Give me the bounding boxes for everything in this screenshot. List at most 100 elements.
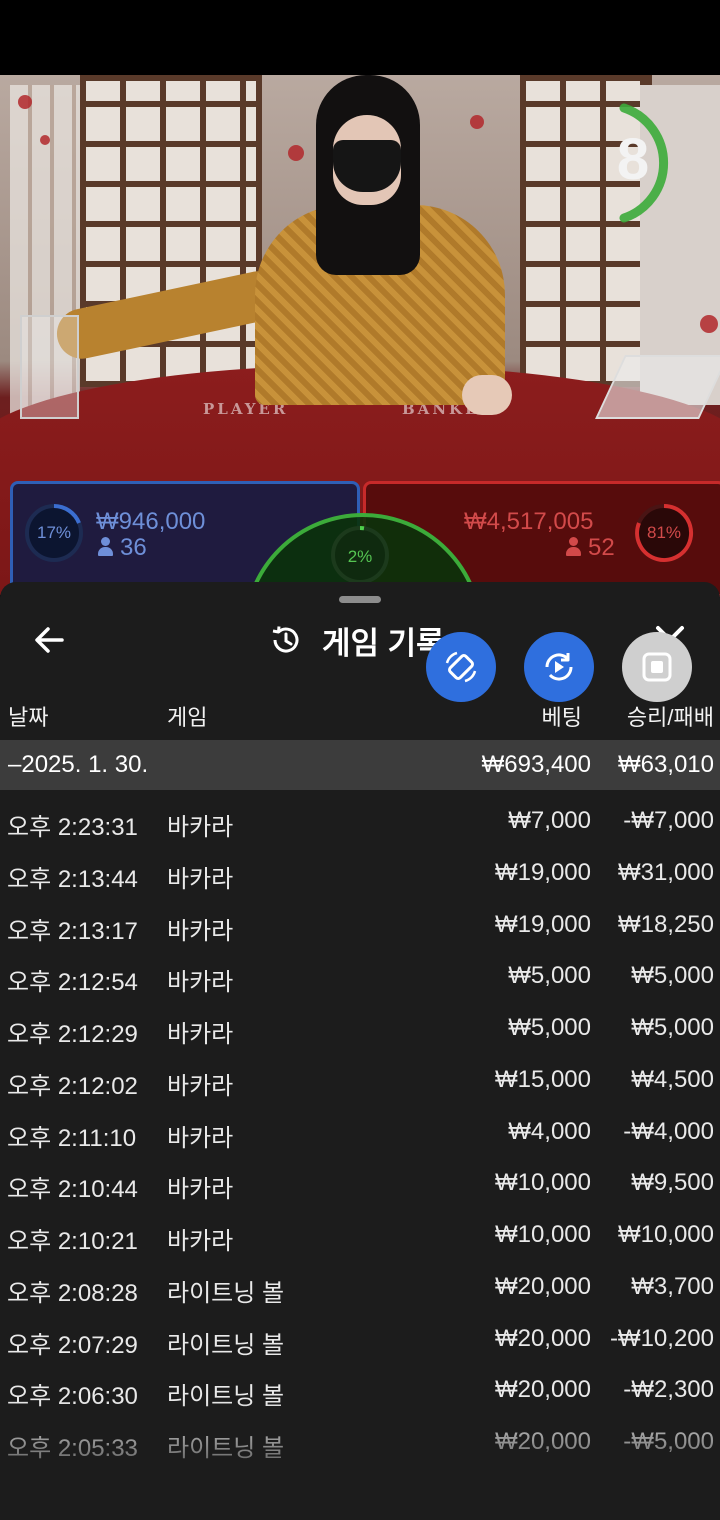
table-row[interactable]: 오후 2:12:29 바카라 ₩5,000 ₩5,000 <box>0 1002 720 1054</box>
row-game: 라이트닝 볼 <box>167 1279 285 1307</box>
row-time: 오후 2:11:10 <box>7 1124 137 1152</box>
back-button[interactable] <box>26 620 76 660</box>
row-game: 바카라 <box>167 969 234 997</box>
column-header-game: 게임 <box>167 705 208 730</box>
row-time: 오후 2:12:02 <box>7 1072 138 1100</box>
row-time: 오후 2:12:54 <box>7 969 138 997</box>
row-winloss: ₩10,000 <box>617 1221 714 1248</box>
table-row[interactable]: 오후 2:23:31 바카라 ₩7,000 -₩7,000 <box>0 795 720 847</box>
row-bet: ₩15,000 <box>494 1065 591 1093</box>
row-bet: ₩19,000 <box>494 858 591 886</box>
table-row[interactable]: 오후 2:12:02 바카라 ₩15,000 ₩4,500 <box>0 1054 720 1106</box>
row-game: 바카라 <box>167 814 234 841</box>
row-game: 바카라 <box>167 917 234 945</box>
date-group-row[interactable]: –2025. 1. 30. ₩693,400 ₩63,010 <box>0 740 720 790</box>
table-row[interactable]: 오후 2:13:17 바카라 ₩19,000 ₩18,250 <box>0 899 720 951</box>
row-game: 바카라 <box>167 1176 234 1204</box>
blossom-decoration <box>700 315 718 333</box>
row-time: 오후 2:23:31 <box>7 814 138 841</box>
row-time: 오후 2:07:29 <box>7 1331 138 1359</box>
banker-total-bet: ₩4,517,005 <box>464 508 594 535</box>
drag-handle[interactable] <box>339 596 381 603</box>
blossom-decoration <box>40 135 50 145</box>
date-group-label: –2025. 1. 30. <box>8 751 149 778</box>
row-game: 바카라 <box>167 1124 234 1152</box>
table-row[interactable]: 오후 2:12:54 바카라 ₩5,000 ₩5,000 <box>0 950 720 1002</box>
blossom-decoration <box>18 95 32 109</box>
page-title: 게임 기록 <box>322 625 445 661</box>
row-bet: ₩7,000 <box>508 807 591 834</box>
card-shoe <box>20 315 79 419</box>
table-row[interactable]: 오후 2:11:10 바카라 ₩4,000 -₩4,000 <box>0 1106 720 1158</box>
row-game: 바카라 <box>167 1021 234 1048</box>
table-row[interactable]: 오후 2:13:44 바카라 ₩19,000 ₩31,000 <box>0 847 720 899</box>
blossom-decoration <box>470 115 484 129</box>
banker-pct: 81% <box>646 523 682 542</box>
row-winloss: -₩2,300 <box>623 1376 714 1404</box>
stop-icon <box>642 652 672 682</box>
user-icon <box>566 537 581 557</box>
row-winloss: -₩10,200 <box>609 1324 714 1352</box>
column-header-winloss: 승리/패배 <box>626 705 714 730</box>
row-winloss: ₩5,000 <box>631 962 714 990</box>
row-time: 오후 2:10:44 <box>7 1176 138 1204</box>
column-header-bet: 베팅 <box>541 705 582 730</box>
row-game: 바카라 <box>167 1228 234 1255</box>
row-game: 라이트닝 볼 <box>167 1331 285 1359</box>
column-header-date: 날짜 <box>8 705 49 730</box>
player-count: 36 <box>98 534 147 562</box>
sheet-title: 게임 기록 <box>268 618 445 662</box>
row-time: 오후 2:10:21 <box>7 1228 138 1255</box>
row-game: 바카라 <box>167 1072 234 1100</box>
row-game: 라이트닝 볼 <box>167 1435 285 1462</box>
table-row[interactable]: 오후 2:05:33 라이트닝 볼 ₩20,000 -₩5,000 <box>0 1416 720 1468</box>
blossom-decoration <box>288 145 304 161</box>
back-arrow-icon <box>35 627 64 653</box>
row-winloss: ₩5,000 <box>631 1014 714 1041</box>
dealer-mask <box>333 140 401 192</box>
row-bet: ₩20,000 <box>494 1272 591 1300</box>
row-winloss: ₩31,000 <box>617 858 714 886</box>
table-row[interactable]: 오후 2:06:30 라이트닝 볼 ₩20,000 -₩2,300 <box>0 1364 720 1416</box>
row-game: 라이트닝 볼 <box>167 1383 285 1411</box>
row-bet: ₩10,000 <box>494 1221 591 1248</box>
row-time: 오후 2:06:30 <box>7 1383 138 1411</box>
countdown-timer: 8 <box>616 127 650 192</box>
user-icon <box>98 537 113 557</box>
player-count-value: 36 <box>120 534 147 561</box>
rotate-screen-button[interactable] <box>426 632 496 702</box>
row-winloss: ₩9,500 <box>631 1169 714 1197</box>
row-time: 오후 2:05:33 <box>7 1435 138 1462</box>
rotate-screen-icon <box>445 651 477 683</box>
row-bet: ₩5,000 <box>508 962 591 990</box>
row-winloss: -₩4,000 <box>623 1117 714 1145</box>
date-group-bet: ₩693,400 <box>481 751 591 778</box>
banker-count-value: 52 <box>588 534 615 561</box>
row-winloss: -₩7,000 <box>623 807 714 834</box>
status-bar <box>0 0 720 75</box>
row-bet: ₩20,000 <box>494 1324 591 1352</box>
player-pct: 17% <box>36 523 72 542</box>
stop-button[interactable] <box>622 632 692 702</box>
date-group-winloss: ₩63,010 <box>617 751 714 778</box>
row-time: 오후 2:08:28 <box>7 1279 138 1307</box>
row-time: 오후 2:12:29 <box>7 1021 138 1048</box>
tie-pct: 2% <box>347 547 373 566</box>
row-game: 바카라 <box>167 865 234 893</box>
row-bet: ₩5,000 <box>508 1014 591 1041</box>
replay-icon <box>545 653 573 681</box>
history-list: 오후 2:23:31 바카라 ₩7,000 -₩7,000 오후 2:13:44 바카라… <box>0 795 720 1468</box>
row-winloss: ₩4,500 <box>631 1065 714 1093</box>
table-row[interactable]: 오후 2:10:21 바카라 ₩10,000 ₩10,000 <box>0 1209 720 1261</box>
table-row[interactable]: 오후 2:08:28 라이트닝 볼 ₩20,000 ₩3,700 <box>0 1261 720 1313</box>
table-row[interactable]: 오후 2:10:44 바카라 ₩10,000 ₩9,500 <box>0 1157 720 1209</box>
dealer-hand <box>462 375 512 415</box>
player-total-bet: ₩946,000 <box>96 508 206 535</box>
row-time: 오후 2:13:17 <box>7 917 138 945</box>
history-icon <box>272 626 299 653</box>
table-row[interactable]: 오후 2:07:29 라이트닝 볼 ₩20,000 -₩10,200 <box>0 1313 720 1365</box>
row-bet: ₩20,000 <box>494 1376 591 1404</box>
row-bet: ₩19,000 <box>494 910 591 938</box>
replay-button[interactable] <box>524 632 594 702</box>
banker-count: 52 <box>566 534 615 562</box>
